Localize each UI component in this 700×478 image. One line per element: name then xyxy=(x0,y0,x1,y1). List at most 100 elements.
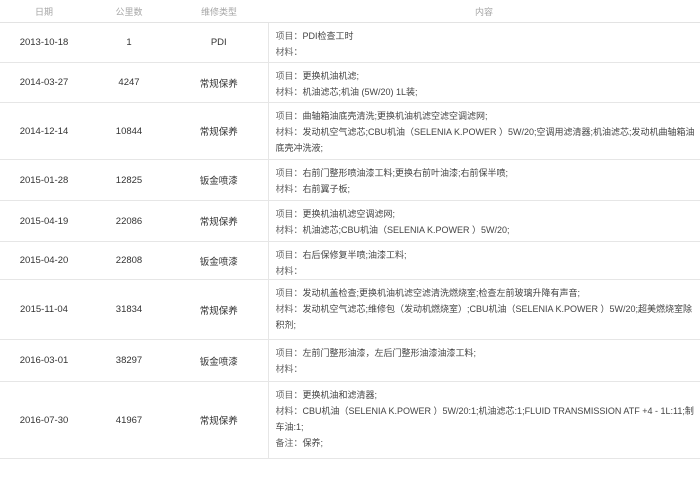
item-label: 项目： xyxy=(275,71,303,81)
maintenance-records-table: 日期 公里数 维修类型 内容 2013-10-18 1 PDI 项目：PDI检查… xyxy=(0,0,700,459)
row-date: 2015-11-04 xyxy=(0,279,88,340)
material-text: 机油滤芯;机油 (5W/20) 1L装; xyxy=(302,87,418,97)
row-type: 常规保养 xyxy=(170,381,268,459)
row-km: 10844 xyxy=(88,102,170,160)
item-label: 项目： xyxy=(275,348,303,358)
note-label: 备注： xyxy=(275,438,303,448)
row-content: 项目：右前门整形喷油漆工料;更换右前叶油漆;右前保半喷; 材料：右前翼子板; xyxy=(267,159,700,201)
note-line: 备注：保养; xyxy=(276,435,697,451)
item-line: 项目：右前门整形喷油漆工料;更换右前叶油漆;右前保半喷; xyxy=(276,165,697,181)
item-label: 项目： xyxy=(275,209,303,219)
material-label: 材料： xyxy=(275,87,303,97)
material-label: 材料： xyxy=(275,225,303,235)
item-line: 项目：左前门整形油漆，左后门整形油漆油漆工料; xyxy=(276,345,697,361)
note-text: 保养; xyxy=(302,438,324,448)
item-label: 项目： xyxy=(275,111,303,121)
item-text: 更换机油和滤清器; xyxy=(302,390,378,400)
material-line: 材料： xyxy=(276,263,697,279)
row-content: 项目：曲轴箱油底壳清洗;更换机油机滤空滤空调滤网; 材料：发动机空气滤芯;CBU… xyxy=(267,102,700,160)
row-date: 2014-03-27 xyxy=(0,62,88,103)
header-date: 日期 xyxy=(0,0,88,23)
row-content: 项目：更换机油机滤; 材料：机油滤芯;机油 (5W/20) 1L装; xyxy=(267,62,700,103)
table-row: 2015-04-20 22808 钣金喷漆 项目：右后保修复半喷;油漆工料; 材… xyxy=(0,241,700,280)
material-label: 材料： xyxy=(275,127,303,137)
material-text: 发动机空气滤芯;CBU机油（SELENIA K.POWER ）5W/20;空调用… xyxy=(275,127,695,153)
item-text: PDI检查工时 xyxy=(302,31,354,41)
item-text: 右前门整形喷油漆工料;更换右前叶油漆;右前保半喷; xyxy=(302,168,509,178)
table-row: 2015-04-19 22086 常规保养 项目：更换机油机滤空调滤网; 材料：… xyxy=(0,200,700,242)
material-line: 材料： xyxy=(276,361,697,377)
row-date: 2015-04-20 xyxy=(0,241,88,280)
item-line: 项目：PDI检查工时 xyxy=(276,28,697,44)
table-row: 2013-10-18 1 PDI 项目：PDI检查工时 材料： xyxy=(0,22,700,63)
item-line: 项目：发动机盖检查;更换机油机滤空滤清洗燃烧室;检查左前玻璃升降有声音; xyxy=(276,285,697,301)
row-type: 钣金喷漆 xyxy=(170,339,268,382)
row-content: 项目：更换机油机滤空调滤网; 材料：机油滤芯;CBU机油（SELENIA K.P… xyxy=(267,200,700,242)
row-date: 2016-07-30 xyxy=(0,381,88,459)
row-date: 2015-04-19 xyxy=(0,200,88,242)
material-line: 材料：发动机空气滤芯;维修包（发动机燃烧室）;CBU机油（SELENIA K.P… xyxy=(276,301,697,333)
item-label: 项目： xyxy=(275,250,303,260)
material-line: 材料：右前翼子板; xyxy=(276,181,697,197)
item-label: 项目： xyxy=(275,168,303,178)
material-label: 材料： xyxy=(275,266,303,276)
material-text: 发动机空气滤芯;维修包（发动机燃烧室）;CBU机油（SELENIA K.POWE… xyxy=(275,304,693,330)
row-date: 2015-01-28 xyxy=(0,159,88,201)
row-type: 常规保养 xyxy=(170,62,268,103)
item-label: 项目： xyxy=(275,288,303,298)
item-label: 项目： xyxy=(275,31,303,41)
row-type: PDI xyxy=(170,22,268,63)
material-label: 材料： xyxy=(275,304,303,314)
table-row: 2015-01-28 12825 钣金喷漆 项目：右前门整形喷油漆工料;更换右前… xyxy=(0,159,700,201)
row-type: 钣金喷漆 xyxy=(170,159,268,201)
header-content: 内容 xyxy=(268,0,700,23)
row-km: 31834 xyxy=(88,279,170,340)
item-text: 发动机盖检查;更换机油机滤空滤清洗燃烧室;检查左前玻璃升降有声音; xyxy=(302,288,581,298)
header-km: 公里数 xyxy=(88,0,170,23)
material-label: 材料： xyxy=(275,184,303,194)
row-date: 2016-03-01 xyxy=(0,339,88,382)
item-line: 项目：曲轴箱油底壳清洗;更换机油机滤空滤空调滤网; xyxy=(276,108,697,124)
item-line: 项目：更换机油和滤清器; xyxy=(276,387,697,403)
material-line: 材料：发动机空气滤芯;CBU机油（SELENIA K.POWER ）5W/20;… xyxy=(276,124,697,156)
row-content: 项目：PDI检查工时 材料： xyxy=(267,22,700,63)
table-row: 2015-11-04 31834 常规保养 项目：发动机盖检查;更换机油机滤空滤… xyxy=(0,279,700,340)
row-km: 4247 xyxy=(88,62,170,103)
row-type: 常规保养 xyxy=(170,279,268,340)
row-content: 项目：发动机盖检查;更换机油机滤空滤清洗燃烧室;检查左前玻璃升降有声音; 材料：… xyxy=(267,279,700,340)
item-text: 曲轴箱油底壳清洗;更换机油机滤空滤空调滤网; xyxy=(302,111,488,121)
row-km: 12825 xyxy=(88,159,170,201)
row-date: 2013-10-18 xyxy=(0,22,88,63)
material-line: 材料： xyxy=(276,44,697,60)
table-header-row: 日期 公里数 维修类型 内容 xyxy=(0,0,700,23)
header-type: 维修类型 xyxy=(170,0,268,23)
table-row: 2014-12-14 10844 常规保养 项目：曲轴箱油底壳清洗;更换机油机滤… xyxy=(0,102,700,160)
row-date: 2014-12-14 xyxy=(0,102,88,160)
table-row: 2014-03-27 4247 常规保养 项目：更换机油机滤; 材料：机油滤芯;… xyxy=(0,62,700,103)
material-label: 材料： xyxy=(275,47,303,57)
material-line: 材料：CBU机油（SELENIA K.POWER ）5W/20:1;机油滤芯:1… xyxy=(276,403,697,435)
material-text: 机油滤芯;CBU机油（SELENIA K.POWER ）5W/20; xyxy=(302,225,510,235)
row-km: 22086 xyxy=(88,200,170,242)
row-content: 项目：右后保修复半喷;油漆工料; 材料： xyxy=(267,241,700,280)
material-line: 材料：机油滤芯;机油 (5W/20) 1L装; xyxy=(276,84,697,100)
row-km: 41967 xyxy=(88,381,170,459)
row-content: 项目：左前门整形油漆，左后门整形油漆油漆工料; 材料： xyxy=(267,339,700,382)
item-text: 更换机油机滤; xyxy=(302,71,360,81)
item-text: 更换机油机滤空调滤网; xyxy=(302,209,396,219)
material-label: 材料： xyxy=(275,364,303,374)
row-km: 38297 xyxy=(88,339,170,382)
material-label: 材料： xyxy=(275,406,303,416)
table-row: 2016-03-01 38297 钣金喷漆 项目：左前门整形油漆，左后门整形油漆… xyxy=(0,339,700,382)
table-row: 2016-07-30 41967 常规保养 项目：更换机油和滤清器; 材料：CB… xyxy=(0,381,700,459)
material-text: CBU机油（SELENIA K.POWER ）5W/20:1;机油滤芯:1;FL… xyxy=(275,406,694,432)
item-line: 项目：更换机油机滤空调滤网; xyxy=(276,206,697,222)
item-line: 项目：更换机油机滤; xyxy=(276,68,697,84)
item-text: 右后保修复半喷;油漆工料; xyxy=(302,250,407,260)
row-content: 项目：更换机油和滤清器; 材料：CBU机油（SELENIA K.POWER ）5… xyxy=(267,381,700,459)
row-km: 1 xyxy=(88,22,170,63)
row-type: 常规保养 xyxy=(170,200,268,242)
item-line: 项目：右后保修复半喷;油漆工料; xyxy=(276,247,697,263)
row-type: 常规保养 xyxy=(170,102,268,160)
item-text: 左前门整形油漆，左后门整形油漆油漆工料; xyxy=(302,348,477,358)
